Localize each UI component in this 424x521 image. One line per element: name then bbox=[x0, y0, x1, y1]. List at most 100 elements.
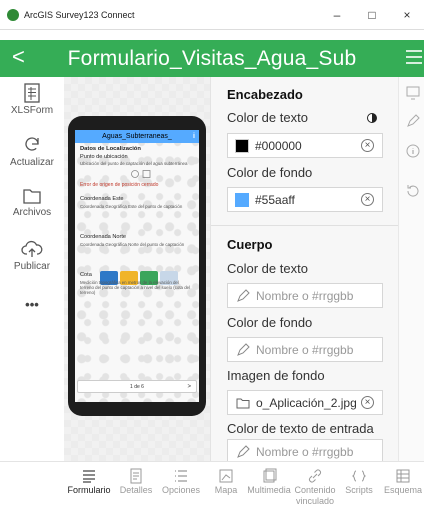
tab-esquema[interactable]: Esquema bbox=[380, 468, 424, 496]
rail-label-actualizar: Actualizar bbox=[10, 157, 54, 168]
details-icon bbox=[130, 468, 142, 484]
rail-label-xlsform: XLSForm bbox=[10, 105, 54, 116]
info-icon[interactable]: i bbox=[193, 130, 195, 143]
rail-item-archivos[interactable]: Archivos bbox=[0, 187, 64, 218]
brush-icon bbox=[237, 288, 250, 302]
body-bg-image-field[interactable]: o_Aplicación_2.jpg × bbox=[227, 390, 383, 415]
color-swatch[interactable] bbox=[235, 192, 249, 207]
more-icon[interactable]: ••• bbox=[0, 295, 64, 312]
color-swatch[interactable] bbox=[235, 138, 249, 153]
input-text-color-label: Color de texto de entrada bbox=[227, 421, 374, 436]
style-properties-panel: Encabezado Color de texto #000000 × Colo… bbox=[210, 77, 399, 464]
header-text-color-label: Color de texto bbox=[227, 110, 308, 125]
tab-scripts[interactable]: Scripts bbox=[336, 468, 382, 496]
header-text-color-value: #000000 bbox=[255, 138, 302, 153]
form-preview-area: Aguas_Subterraneas_ i Datos de Localizac… bbox=[64, 77, 210, 461]
right-icon-strip bbox=[398, 77, 424, 461]
page-indicator: 1 de 6 bbox=[130, 384, 144, 390]
header-bg-color-value: #55aaff bbox=[255, 192, 295, 207]
header-text-color-field[interactable]: #000000 × bbox=[227, 133, 383, 158]
body-bg-color-field[interactable]: Nombre o #rrggbb bbox=[227, 337, 383, 362]
body-bg-image-label: Imagen de fondo bbox=[227, 368, 325, 383]
window-titlebar: ArcGIS Survey123 Connect – □ × bbox=[0, 0, 424, 30]
phone-frame: Aguas_Subterraneas_ i Datos de Localizac… bbox=[68, 116, 206, 416]
preview-elevation-label: Cota bbox=[80, 272, 92, 278]
chevron-left-icon[interactable]: < bbox=[12, 44, 25, 70]
refresh-icon bbox=[25, 137, 39, 151]
tab-label: Scripts bbox=[345, 485, 373, 495]
spreadsheet-icon bbox=[24, 83, 40, 103]
rail-item-xlsform[interactable]: XLSForm bbox=[0, 83, 64, 116]
rail-item-publicar[interactable]: Publicar bbox=[0, 239, 64, 272]
folder-icon bbox=[236, 398, 250, 408]
left-rail: XLSForm Actualizar Archivos Publicar ••• bbox=[0, 77, 64, 461]
tab-contenido-vinculado[interactable]: Contenido vinculado bbox=[292, 468, 338, 507]
survey-title: Formulario_Visitas_Agua_Sub bbox=[67, 46, 357, 70]
window-title: ArcGIS Survey123 Connect bbox=[24, 9, 135, 20]
preview-point-label: Punto de ubicación bbox=[80, 154, 128, 160]
brush-icon bbox=[237, 444, 250, 458]
tab-multimedia[interactable]: Multimedia bbox=[246, 468, 292, 496]
preview-section-title: Datos de Localización bbox=[80, 146, 141, 152]
body-text-color-field[interactable]: Nombre o #rrggbb bbox=[227, 283, 383, 308]
input-text-color-placeholder: Nombre o #rrggbb bbox=[256, 444, 354, 459]
contrast-icon[interactable] bbox=[367, 113, 377, 123]
hamburger-icon[interactable] bbox=[404, 46, 424, 71]
header-section-title: Encabezado bbox=[227, 87, 303, 102]
link-icon bbox=[309, 469, 321, 483]
preview-header: Aguas_Subterraneas_ i bbox=[75, 130, 199, 143]
schema-icon bbox=[396, 469, 410, 483]
preview-header-title: Aguas_Subterraneas_ bbox=[102, 133, 172, 140]
tab-label: Formulario bbox=[67, 485, 111, 495]
location-buttons-icon[interactable] bbox=[130, 169, 152, 179]
tab-label: Multimedia bbox=[247, 485, 291, 495]
monitor-icon[interactable] bbox=[405, 85, 421, 101]
survey123-app-icon bbox=[7, 8, 19, 21]
preview-elevation-hint: Medición topográfica en metros de la ele… bbox=[80, 280, 191, 295]
clear-icon[interactable]: × bbox=[361, 193, 374, 206]
body-bg-color-label: Color de fondo bbox=[227, 315, 313, 330]
folder-icon bbox=[23, 189, 41, 204]
tab-formulario[interactable]: Formulario bbox=[66, 468, 112, 496]
tab-label: Esquema bbox=[383, 485, 423, 495]
body-bg-image-value: o_Aplicación_2.jpg bbox=[256, 395, 357, 410]
preview-point-hint: Ubicación del punto de captación del agu… bbox=[80, 161, 188, 166]
body-text-color-label: Color de texto bbox=[227, 261, 308, 276]
body-section-title: Cuerpo bbox=[227, 237, 273, 252]
tab-detalles[interactable]: Detalles bbox=[113, 468, 159, 496]
code-icon bbox=[351, 470, 367, 482]
rail-label-more: ••• bbox=[25, 297, 39, 312]
tab-label: Contenido vinculado bbox=[294, 485, 336, 506]
clear-icon[interactable]: × bbox=[361, 139, 374, 152]
bottom-tab-bar: Formulario Detalles Opciones Mapa Multim… bbox=[0, 461, 424, 521]
header-bg-color-field[interactable]: #55aaff × bbox=[227, 187, 383, 212]
reset-icon[interactable] bbox=[405, 183, 421, 199]
tab-opciones[interactable]: Opciones bbox=[158, 468, 204, 496]
preview-position-error: Error de origen de posición cerrado bbox=[80, 182, 159, 188]
cloud-upload-icon bbox=[21, 240, 43, 257]
preview-east-label: Coordenada Este bbox=[80, 196, 124, 202]
minimize-button[interactable]: – bbox=[320, 0, 354, 30]
header-bg-color-label: Color de fondo bbox=[227, 165, 313, 180]
form-icon bbox=[83, 470, 95, 483]
brush-icon bbox=[237, 342, 250, 356]
tab-label: Mapa bbox=[214, 485, 238, 495]
rail-label-archivos: Archivos bbox=[12, 207, 52, 218]
phone-screen[interactable]: Aguas_Subterraneas_ i Datos de Localizac… bbox=[75, 130, 199, 402]
close-window-button[interactable]: × bbox=[390, 0, 424, 30]
info-icon[interactable] bbox=[405, 143, 421, 159]
media-icon bbox=[263, 468, 277, 483]
preview-pager: 1 de 6 > bbox=[77, 380, 197, 393]
next-page-button[interactable]: > bbox=[187, 381, 191, 393]
preview-north-label: Coordenada Norte bbox=[80, 234, 127, 240]
body-text-color-placeholder: Nombre o #rrggbb bbox=[256, 288, 354, 303]
clear-icon[interactable]: × bbox=[361, 396, 374, 409]
brush-icon[interactable] bbox=[405, 113, 421, 129]
tab-mapa[interactable]: Mapa bbox=[203, 468, 249, 496]
tab-label: Detalles bbox=[119, 485, 153, 495]
rail-item-actualizar[interactable]: Actualizar bbox=[0, 135, 64, 168]
maximize-button[interactable]: □ bbox=[355, 0, 389, 30]
app-header: < Formulario_Visitas_Agua_Sub bbox=[0, 40, 424, 77]
rail-label-publicar: Publicar bbox=[13, 261, 51, 272]
preview-east-hint: Coordenada Geográfica Este del punto de … bbox=[80, 204, 183, 209]
